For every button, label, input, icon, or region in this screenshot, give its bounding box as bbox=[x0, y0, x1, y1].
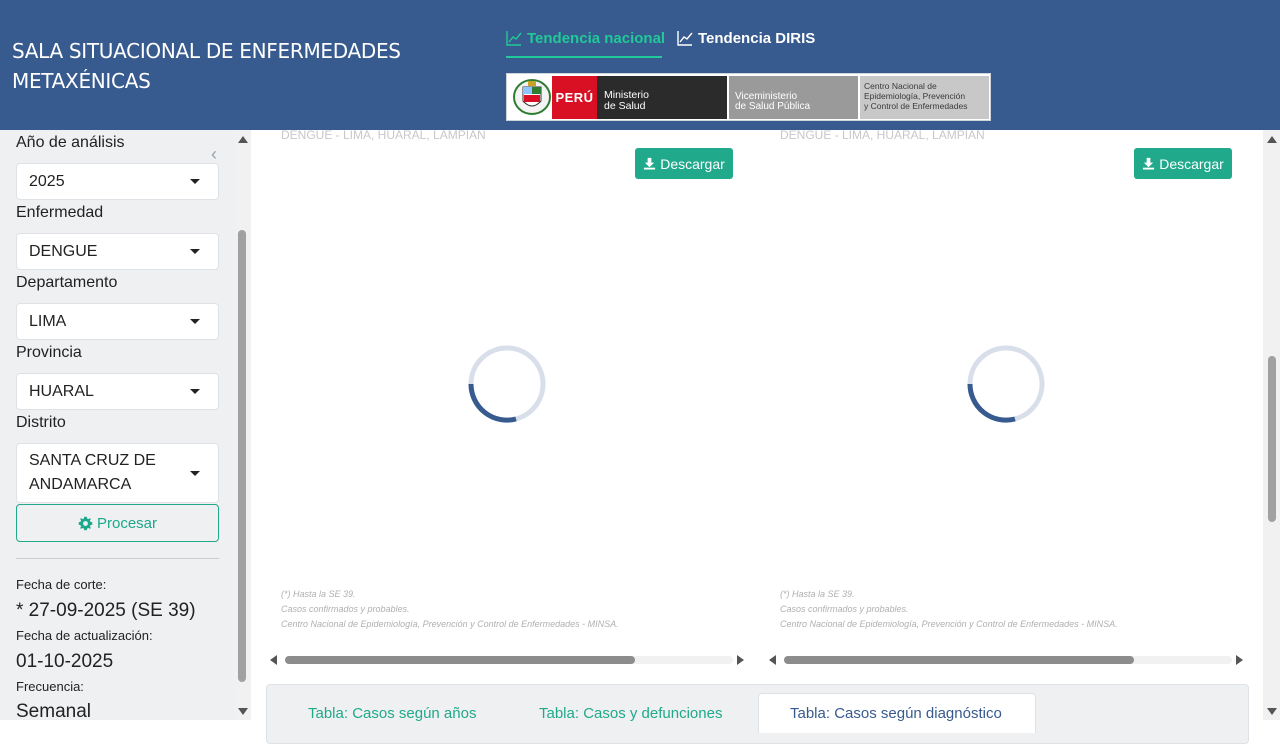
active-tab-indicator bbox=[506, 56, 662, 58]
line-chart-icon bbox=[506, 31, 522, 46]
tab-label: Tendencia DIRIS bbox=[698, 29, 816, 47]
scroll-up-icon[interactable] bbox=[238, 136, 248, 143]
tab-casos-y-defunciones[interactable]: Tabla: Casos y defunciones bbox=[539, 705, 722, 722]
caret-down-icon bbox=[190, 389, 200, 394]
filter-sidebar: ‹ Año de análisis 2025 Enfermedad DENGUE… bbox=[0, 130, 234, 720]
peru-coat-of-arms-icon bbox=[513, 79, 551, 115]
loading-spinner-icon bbox=[967, 345, 1045, 423]
disease-select[interactable]: DENGUE bbox=[16, 233, 219, 270]
district-label: Distrito bbox=[16, 414, 66, 431]
footnote: Casos confirmados y probables. bbox=[281, 604, 410, 614]
scroll-down-icon[interactable] bbox=[1267, 708, 1277, 715]
panel-subtitle: DENGUE - LIMA, HUARAL, LAMPIAN bbox=[780, 130, 985, 142]
scrollbar-thumb[interactable] bbox=[784, 656, 1134, 664]
caret-down-icon bbox=[190, 319, 200, 324]
horizontal-scrollbar[interactable] bbox=[269, 652, 747, 668]
chart-panel-right: DENGUE - LIMA, HUARAL, LAMPIAN Descargar… bbox=[765, 130, 1248, 675]
scroll-left-icon[interactable] bbox=[769, 655, 776, 665]
tab-label: Tendencia nacional bbox=[527, 29, 666, 47]
caret-down-icon bbox=[190, 179, 200, 184]
panel-subtitle: DENGUE - LIMA, HUARAL, LAMPIAN bbox=[281, 130, 486, 142]
department-label: Departamento bbox=[16, 274, 118, 291]
caret-down-icon bbox=[190, 249, 200, 254]
download-label: Descargar bbox=[660, 155, 725, 172]
frequency-value: Semanal bbox=[16, 701, 91, 720]
app-header: SALA SITUACIONAL DE ENFERMEDADES METAXÉN… bbox=[0, 0, 1280, 130]
district-select[interactable]: SANTA CRUZ DE ANDAMARCA bbox=[16, 443, 219, 503]
province-select[interactable]: HUARAL bbox=[16, 373, 219, 410]
scroll-down-icon[interactable] bbox=[238, 708, 248, 715]
app-title: SALA SITUACIONAL DE ENFERMEDADES METAXÉN… bbox=[12, 39, 401, 93]
caret-down-icon bbox=[190, 470, 200, 476]
footnote: Centro Nacional de Epidemiología, Preven… bbox=[780, 619, 1118, 629]
disease-label: Enfermedad bbox=[16, 204, 104, 221]
update-value: 01-10-2025 bbox=[16, 651, 114, 672]
viceministerio-label: Viceministerio de Salud Pública bbox=[729, 76, 858, 119]
peru-label: PERÚ bbox=[552, 76, 597, 119]
scrollbar-thumb[interactable] bbox=[1268, 356, 1276, 522]
scrollbar-thumb[interactable] bbox=[285, 656, 635, 664]
cutoff-label: Fecha de corte: bbox=[16, 577, 107, 592]
tab-tendencia-diris[interactable]: Tendencia DIRIS bbox=[677, 26, 815, 50]
sidebar-divider bbox=[16, 558, 219, 559]
download-button[interactable]: Descargar bbox=[635, 148, 733, 179]
footnote: (*) Hasta la SE 39. bbox=[281, 589, 356, 599]
cutoff-value: * 27-09-2025 (SE 39) bbox=[16, 600, 196, 621]
year-select[interactable]: 2025 bbox=[16, 163, 219, 200]
horizontal-scrollbar[interactable] bbox=[768, 652, 1246, 668]
tab-tendencia-nacional[interactable]: Tendencia nacional bbox=[506, 26, 665, 50]
table-tabs: Tabla: Casos según años Tabla: Casos y d… bbox=[266, 684, 1249, 744]
scroll-up-icon[interactable] bbox=[1267, 136, 1277, 143]
scroll-right-icon[interactable] bbox=[737, 655, 744, 665]
download-label: Descargar bbox=[1159, 155, 1224, 172]
department-select[interactable]: LIMA bbox=[16, 303, 219, 340]
collapse-sidebar-icon[interactable]: ‹ bbox=[211, 144, 225, 164]
ministerio-label: Ministerio de Salud bbox=[597, 76, 727, 119]
main-scrollbar[interactable] bbox=[1263, 130, 1280, 720]
download-button[interactable]: Descargar bbox=[1134, 148, 1232, 179]
gear-icon bbox=[78, 516, 93, 530]
scrollbar-thumb[interactable] bbox=[238, 230, 246, 682]
update-label: Fecha de actualización: bbox=[16, 628, 153, 643]
scroll-left-icon[interactable] bbox=[270, 655, 277, 665]
chart-panel-left: DENGUE - LIMA, HUARAL, LAMPIAN Descargar… bbox=[266, 130, 749, 675]
download-icon bbox=[644, 157, 656, 170]
frequency-label: Frecuencia: bbox=[16, 679, 84, 694]
scroll-right-icon[interactable] bbox=[1236, 655, 1243, 665]
year-label: Año de análisis bbox=[16, 134, 125, 151]
line-chart-icon bbox=[677, 31, 693, 46]
footnote: (*) Hasta la SE 39. bbox=[780, 589, 855, 599]
footnote: Casos confirmados y probables. bbox=[780, 604, 909, 614]
process-label: Procesar bbox=[96, 514, 158, 532]
tab-casos-segun-diagnostico[interactable]: Tabla: Casos según diagnóstico bbox=[790, 705, 1002, 722]
process-button[interactable]: Procesar bbox=[16, 504, 219, 542]
centro-nacional-label: Centro Nacional de Epidemiología, Preven… bbox=[860, 76, 989, 119]
minsa-logo: PERÚ Ministerio de Salud Viceministerio … bbox=[506, 73, 991, 121]
sidebar-scrollbar[interactable] bbox=[234, 130, 251, 720]
tab-casos-segun-anos[interactable]: Tabla: Casos según años bbox=[308, 705, 476, 722]
loading-spinner-icon bbox=[468, 345, 546, 423]
footnote: Centro Nacional de Epidemiología, Preven… bbox=[281, 619, 619, 629]
province-label: Provincia bbox=[16, 344, 82, 361]
download-icon bbox=[1143, 157, 1155, 170]
